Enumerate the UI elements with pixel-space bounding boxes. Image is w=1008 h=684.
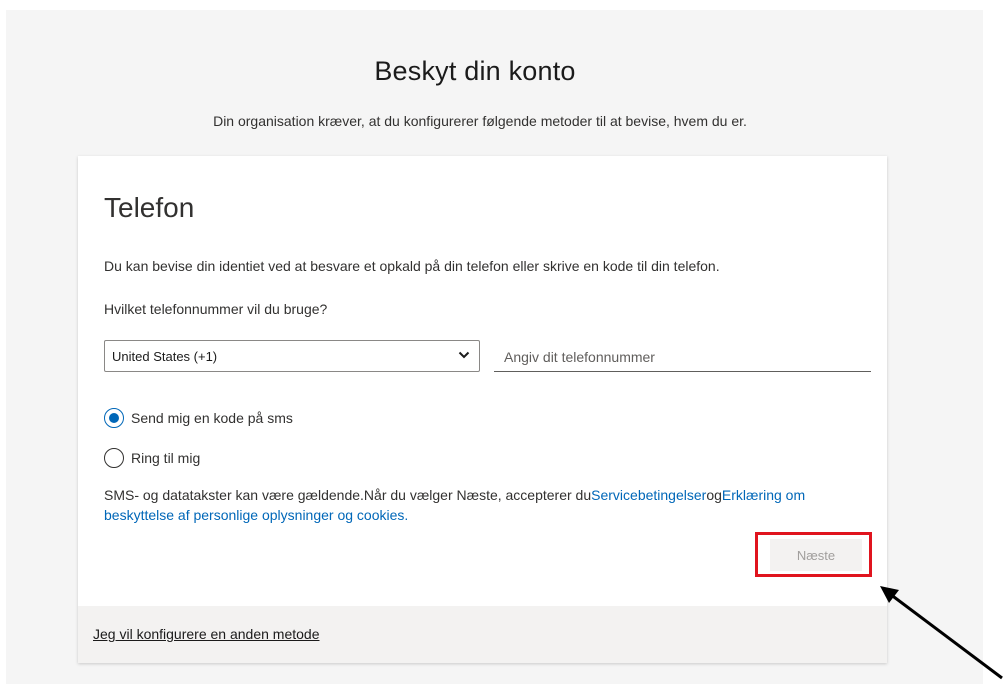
page-title: Beskyt din konto [374, 56, 576, 86]
card-heading: Telefon [104, 192, 195, 223]
terms-joiner: og [706, 487, 722, 503]
next-button[interactable]: Næste [770, 539, 862, 571]
radio-option-call[interactable]: Ring til mig [104, 447, 200, 469]
radio-label-sms: Send mig en kode på sms [131, 410, 293, 426]
radio-button-call[interactable] [104, 448, 124, 468]
alternate-method-link[interactable]: Jeg vil konfigurere en anden metode [93, 626, 319, 642]
card-description: Du kan bevise din identiet ved at besvar… [104, 258, 720, 274]
radio-option-sms[interactable]: Send mig en kode på sms [104, 407, 293, 429]
chevron-down-icon [458, 351, 470, 359]
terms-notice: SMS- og datatakster kan være gældende.Nå… [104, 485, 874, 525]
terms-text: SMS- og datatakster kan være gældende.Nå… [104, 487, 592, 503]
page-subtitle: Din organisation kræver, at du konfigure… [213, 113, 747, 129]
phone-number-input[interactable] [494, 342, 871, 372]
phone-number-question: Hvilket telefonnummer vil du bruge? [104, 301, 328, 317]
phone-method-card: Telefon Du kan bevise din identiet ved a… [78, 156, 887, 663]
country-code-select[interactable]: United States (+1) [104, 340, 480, 372]
country-code-value: United States (+1) [112, 349, 218, 364]
card-footer: Jeg vil konfigurere en anden metode [78, 606, 887, 663]
terms-of-service-link[interactable]: Servicebetingelser [591, 487, 706, 503]
radio-button-sms[interactable] [104, 408, 124, 428]
radio-label-call: Ring til mig [131, 450, 201, 466]
